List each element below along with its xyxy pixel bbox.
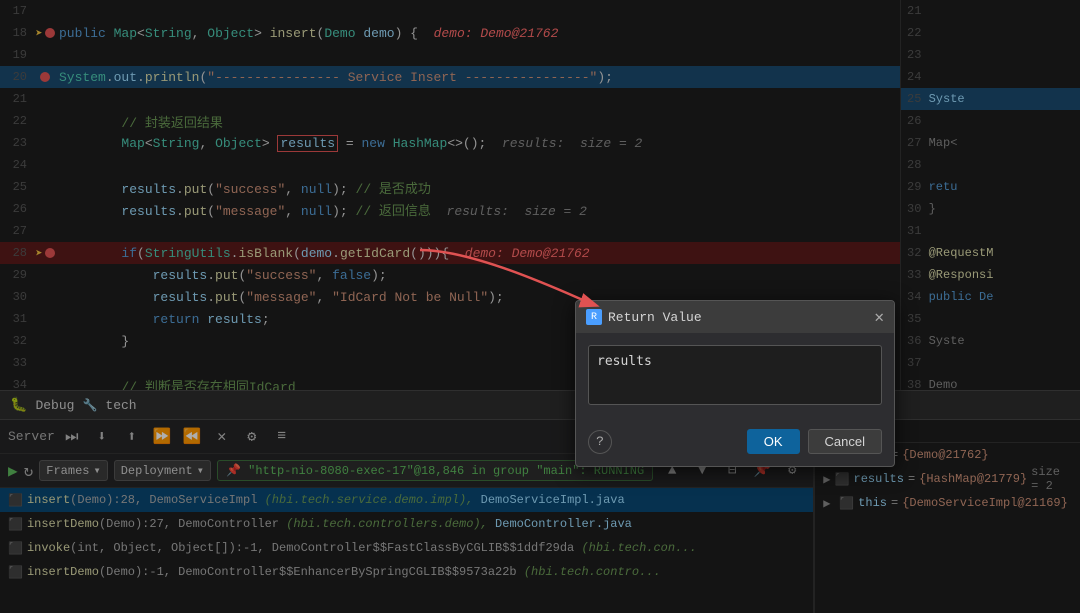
- modal-dialog: R Return Value ✕ results ? OK Cancel: [575, 300, 895, 467]
- modal-title-bar: R Return Value ✕: [576, 301, 894, 333]
- modal-buttons: OK Cancel: [747, 429, 882, 454]
- modal-ok-button[interactable]: OK: [747, 429, 800, 454]
- modal-footer: ? OK Cancel: [576, 421, 894, 466]
- modal-body: results: [576, 333, 894, 421]
- modal-title: R Return Value: [586, 309, 702, 325]
- modal-close-button[interactable]: ✕: [874, 307, 884, 327]
- modal-cancel-button[interactable]: Cancel: [808, 429, 882, 454]
- modal-icon: R: [586, 309, 602, 325]
- modal-overlay[interactable]: R Return Value ✕ results ? OK Cancel: [0, 0, 1080, 613]
- modal-input[interactable]: results: [588, 345, 882, 405]
- modal-help-button[interactable]: ?: [588, 430, 612, 454]
- modal-title-text: Return Value: [608, 310, 702, 325]
